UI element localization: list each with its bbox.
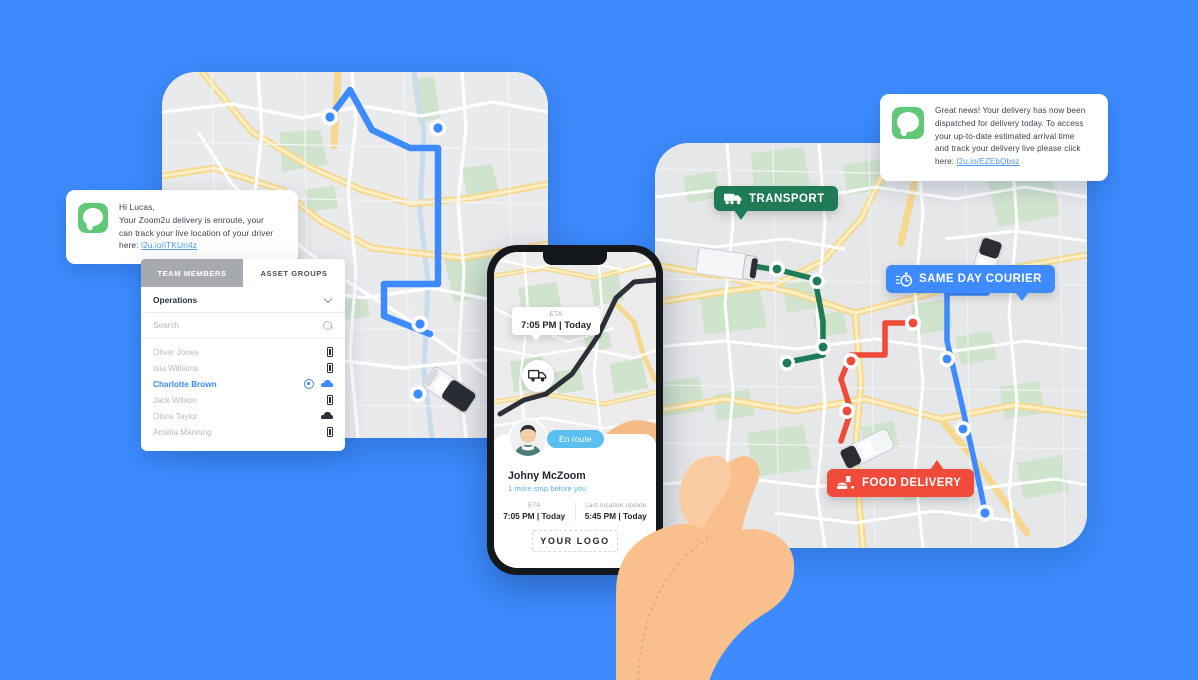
map-badge-transport[interactable]: TRANSPORT [714, 186, 838, 220]
sms-line: Hi Lucas, [119, 202, 155, 212]
driver-subtitle: 1 more stop before you [508, 484, 587, 493]
car-icon[interactable] [321, 380, 333, 388]
illustration-stage: TRANSPORT SAME DAY COURIER FOOD DELIVERY… [0, 0, 1198, 680]
badge-tail [734, 210, 748, 220]
badge-label: FOOD DELIVERY [862, 477, 962, 489]
tracking-link[interactable]: l2u.io/iTKUri4z [141, 240, 197, 250]
member-name: Charlotte Brown [153, 379, 217, 389]
driver-stats: ETA 7:05 PM | Today Last location update… [494, 502, 656, 521]
member-icons [321, 412, 333, 420]
avatar-illustration [510, 420, 546, 456]
member-icons [327, 427, 333, 437]
sms-notification-left[interactable]: Hi Lucas, Your Zoom2u delivery is enrout… [66, 190, 298, 265]
phone-icon[interactable] [327, 427, 333, 437]
eta-value: 7:05 PM | Today [521, 319, 592, 330]
member-name: Olivia Taylor [153, 411, 198, 421]
stat-last-location: Last location update 5:45 PM | Today [574, 502, 657, 521]
avatar [508, 418, 548, 458]
delivery-truck-icon[interactable] [522, 360, 554, 392]
stopwatch-icon [896, 272, 913, 287]
status-badge: En route [547, 430, 604, 448]
eta-label: ETA [549, 311, 563, 318]
list-item[interactable]: Oliver Jones [141, 344, 345, 360]
eta-tooltip: ETA 7:05 PM | Today [512, 307, 601, 341]
member-icons [304, 379, 333, 389]
badge-label: TRANSPORT [749, 192, 825, 205]
phone-icon[interactable] [327, 363, 333, 373]
member-icons [327, 395, 333, 405]
tab-asset-groups[interactable]: ASSET GROUPS [243, 259, 345, 287]
chat-bubble-icon [892, 107, 924, 139]
badge-label: SAME DAY COURIER [919, 273, 1042, 285]
member-list: Oliver Jones Isia Williams Charlotte Bro… [141, 339, 345, 440]
sms-line: your up-to-date estimated arrival time [935, 131, 1075, 141]
logo-placeholder: YOUR LOGO [532, 530, 618, 552]
stat-label: Last location update [585, 502, 647, 509]
tab-team-members[interactable]: TEAM MEMBERS [141, 259, 243, 287]
phone-icon[interactable] [327, 395, 333, 405]
sms-line: here: [935, 157, 957, 167]
sms-notification-right[interactable]: Great news! Your delivery has now been d… [880, 94, 1108, 181]
truck-icon [724, 193, 742, 205]
sms-line: here: [119, 240, 142, 251]
car-icon[interactable] [321, 412, 333, 420]
driver-name: Johny McZoom [508, 470, 586, 482]
search-row[interactable]: Search [141, 313, 345, 339]
sms-line: Your Zoom2u delivery is enroute, your [119, 214, 264, 225]
search-icon[interactable] [323, 320, 333, 331]
target-icon[interactable] [304, 379, 314, 389]
member-name: Amelia Manning [153, 427, 212, 437]
phone-screen: ETA 7:05 PM | Today En route Johny McZoo… [494, 252, 656, 568]
sms-line: can track your live location of your dri… [119, 227, 274, 238]
food-drink-icon [837, 476, 854, 490]
driver-info-sheet: En route Johny McZoom 1 more stop before… [494, 418, 656, 568]
panel-tabs: TEAM MEMBERS ASSET GROUPS [141, 259, 345, 287]
smartphone-mockup[interactable]: ETA 7:05 PM | Today En route Johny McZoo… [487, 245, 663, 575]
sms-text-left: Hi Lucas, Your Zoom2u delivery is enrout… [119, 201, 273, 252]
search-input[interactable]: Search [153, 321, 179, 330]
member-name: Oliver Jones [153, 347, 199, 357]
section-title: Operations [153, 294, 198, 305]
list-item[interactable]: Isia Williams [141, 360, 345, 376]
member-name: Isia Williams [153, 363, 199, 373]
badge-tail [930, 460, 945, 470]
sms-line: dispatched for delivery today. To access [935, 118, 1084, 128]
tracking-link[interactable]: l2u.io/EZEbQbsz [957, 157, 1020, 166]
team-members-panel[interactable]: TEAM MEMBERS ASSET GROUPS Operations Sea… [141, 259, 345, 451]
list-item[interactable]: Amelia Manning [141, 424, 345, 440]
sms-text-right: Great news! Your delivery has now been d… [935, 105, 1085, 169]
stat-label: ETA [527, 502, 541, 509]
phone-icon[interactable] [327, 347, 333, 357]
map-badge-food-delivery[interactable]: FOOD DELIVERY [827, 460, 975, 497]
phone-notch [543, 252, 607, 265]
member-icons [327, 347, 333, 357]
list-item[interactable]: Olivia Taylor [141, 408, 345, 424]
stat-value: 7:05 PM | Today [503, 511, 566, 521]
chat-bubble-icon [78, 203, 108, 233]
truck-glyph [528, 369, 547, 382]
list-item[interactable]: Jack Wilson [141, 392, 345, 408]
stat-value: 5:45 PM | Today [584, 511, 647, 521]
map-badge-same-day-courier[interactable]: SAME DAY COURIER [886, 265, 1055, 301]
section-operations[interactable]: Operations [141, 287, 345, 313]
chevron-down-icon[interactable] [324, 295, 333, 304]
stat-eta: ETA 7:05 PM | Today [494, 502, 575, 521]
sms-line: and track your delivery live please clic… [935, 144, 1081, 154]
badge-tail [1014, 292, 1029, 301]
member-name: Jack Wilson [153, 395, 197, 405]
list-item-active[interactable]: Charlotte Brown [141, 376, 345, 392]
member-icons [327, 363, 333, 373]
sms-line: Great news! Your delivery has now been [935, 106, 1086, 115]
